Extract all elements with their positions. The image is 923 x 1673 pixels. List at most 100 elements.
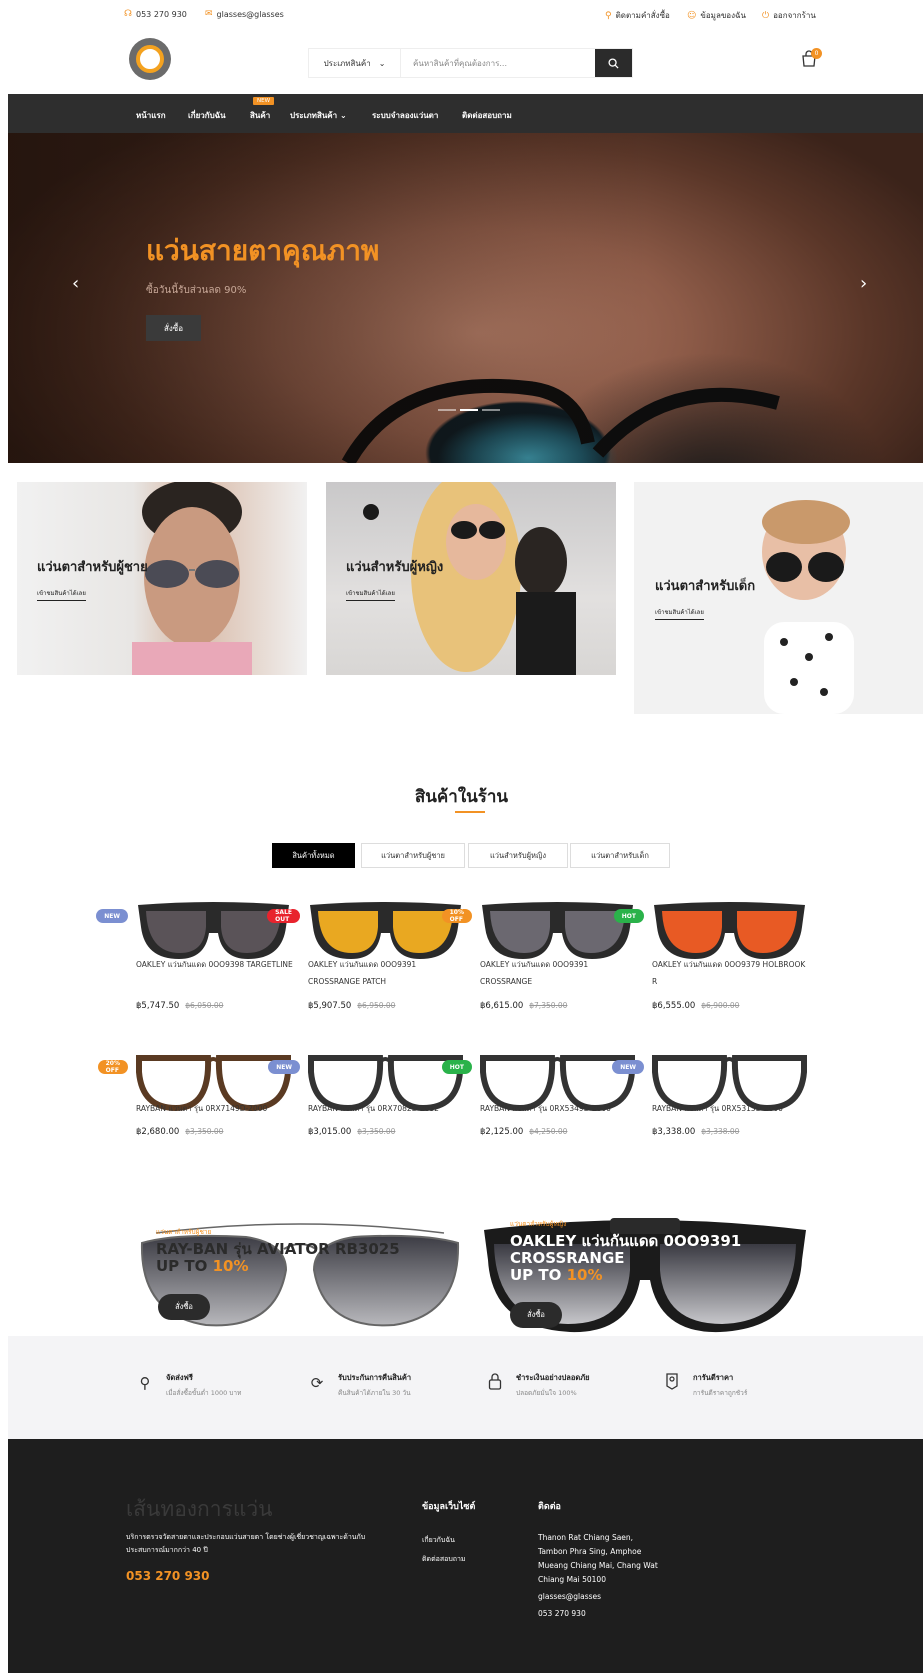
badge-icon <box>663 1372 681 1394</box>
product-price: ฿6,555.00 ฿6,900.00 <box>652 1001 739 1011</box>
product-badge: HOT <box>613 909 644 923</box>
price-old: ฿3,350.00 <box>357 1127 396 1136</box>
product-name[interactable]: OAKLEY แว่นกันแดด 0OO9398 TARGETLINE <box>136 956 296 973</box>
power-icon: ⏻ <box>762 10 770 21</box>
promo-title: RAY-BAN รุ่น AVIATOR RB3025 UP TO 10% <box>156 1240 400 1275</box>
track-order-link[interactable]: ⚲ ติดตามคำสั่งซื้อ <box>605 9 670 22</box>
slider-dot[interactable] <box>482 409 500 411</box>
logo[interactable] <box>129 38 171 80</box>
category-select[interactable]: ประเภทสินค้า ⌄ <box>309 49 401 77</box>
price-old: ฿7,350.00 <box>529 1001 568 1010</box>
category-link[interactable]: เข้าชมสินค้าได้เลย <box>37 588 86 601</box>
nav-about[interactable]: เกี่ยวกับฉัน <box>188 109 226 122</box>
footer-link-about[interactable]: เกี่ยวกับฉัน <box>422 1535 455 1546</box>
tab-women[interactable]: แว่นสำหรับผู้หญิง <box>468 843 568 868</box>
feature-price-guarantee: การันตีราคา การันตีราคาถูกชัวร์ <box>663 1372 747 1398</box>
product-badge: 10% OFF <box>441 909 472 923</box>
price-old: ฿3,350.00 <box>185 1127 224 1136</box>
nav-products[interactable]: สินค้า <box>250 109 270 122</box>
footer-col-title: ติดต่อ <box>538 1502 561 1512</box>
category-title: แว่นสำหรับผู้หญิง <box>346 560 444 575</box>
promo-order-button[interactable]: สั่งซื้อ <box>158 1294 210 1320</box>
price-current: ฿6,555.00 <box>652 1001 696 1011</box>
search-bar: ประเภทสินค้า ⌄ <box>308 48 633 78</box>
category-banner-kids[interactable]: แว่นตาสำหรับเด็ก เข้าชมสินค้าได้เลย <box>634 482 923 714</box>
product-name[interactable]: RAYBAN แว่นตา รุ่น 0RX7082D 2012 <box>308 1100 468 1117</box>
nav-contact[interactable]: ติดต่อสอบถาม <box>462 109 512 122</box>
category-banner-women[interactable]: แว่นสำหรับผู้หญิง เข้าชมสินค้าได้เลย <box>326 482 616 675</box>
chevron-down-icon: ⌄ <box>339 111 347 120</box>
footer-phone[interactable]: 053 270 930 <box>126 1569 210 1583</box>
slider-dot-active[interactable] <box>460 409 478 411</box>
kid-model-image <box>762 500 854 714</box>
search-icon <box>608 57 619 69</box>
product-badge: NEW <box>96 909 128 923</box>
price-current: ฿5,747.50 <box>136 1001 180 1011</box>
feature-free-shipping: ⚲ จัดส่งฟรี เมื่อสั่งซื้อขั้นต่ำ 1000 บาท <box>136 1372 242 1398</box>
hero-title: แว่นสายตาคุณภาพ <box>146 234 380 267</box>
product-price: ฿5,747.50 ฿6,050.00 <box>136 1001 223 1011</box>
product-name[interactable]: RAYBAN แว่นตา รุ่น 0RX5315D 2000 <box>652 1100 812 1117</box>
my-account-link[interactable]: ☺ ข้อมูลของฉัน <box>687 9 746 22</box>
section-underline <box>455 811 485 813</box>
footer-link-contact[interactable]: ติดต่อสอบถาม <box>422 1554 466 1565</box>
category-title: แว่นตาสำหรับผู้ชาย <box>37 560 148 575</box>
price-old: ฿3,338.00 <box>701 1127 740 1136</box>
chevron-down-icon: ⌄ <box>378 58 386 68</box>
product-price: ฿2,125.00 ฿4,250.00 <box>480 1127 567 1137</box>
topbar-email[interactable]: ✉ glasses@glasses <box>205 9 284 19</box>
chevron-right-icon[interactable]: › <box>860 273 867 294</box>
top-bar: ☊ 053 270 930 ✉ glasses@glasses ⚲ ติดตามคำส… <box>0 0 923 30</box>
men-model-image <box>132 482 252 675</box>
hero-order-button[interactable]: สั่งซื้อ <box>146 315 201 341</box>
tab-men[interactable]: แว่นตาสำหรับผู้ชาย <box>361 843 465 868</box>
promo-order-button[interactable]: สั่งซื้อ <box>510 1302 562 1328</box>
product-name[interactable]: OAKLEY แว่นกันแดด 0OO9379 HOLBROOK R <box>652 956 812 990</box>
lock-icon <box>486 1372 504 1394</box>
price-old: ฿4,250.00 <box>529 1127 568 1136</box>
product-name[interactable]: RAYBAN แว่นตา รุ่น 0RX7149D-2000 <box>136 1100 296 1117</box>
product-price: ฿3,338.00 ฿3,338.00 <box>652 1127 739 1137</box>
price-old: ฿6,950.00 <box>357 1001 396 1010</box>
topbar-phone[interactable]: ☊ 053 270 930 <box>124 9 187 19</box>
price-current: ฿2,125.00 <box>480 1127 524 1137</box>
mail-icon: ✉ <box>205 9 213 19</box>
price-old: ฿6,900.00 <box>701 1001 740 1010</box>
price-current: ฿2,680.00 <box>136 1127 180 1137</box>
search-input[interactable] <box>401 49 595 77</box>
features-bar: ⚲ จัดส่งฟรี เมื่อสั่งซื้อขั้นต่ำ 1000 บาท … <box>8 1336 923 1439</box>
tab-all[interactable]: สินค้าทั้งหมด <box>272 843 355 868</box>
product-name[interactable]: RAYBAN แว่นตา รุ่น 0RX5349D 2000 <box>480 1100 640 1117</box>
price-current: ฿3,015.00 <box>308 1127 352 1137</box>
nav-categories[interactable]: ประเภทสินค้า ⌄ <box>290 109 347 122</box>
product-name[interactable]: OAKLEY แว่นกันแดด 0OO9391 CROSSRANGE PAT… <box>308 956 468 990</box>
category-link[interactable]: เข้าชมสินค้าได้เลย <box>655 607 704 620</box>
nav-home[interactable]: หน้าแรก <box>136 109 166 122</box>
product-badge: HOT <box>441 1060 472 1074</box>
promo-banner-men[interactable]: แว่นตาสำหรับผู้ชาย RAY-BAN รุ่น AVIATOR … <box>136 1205 464 1333</box>
logout-link[interactable]: ⏻ ออกจากร้าน <box>762 9 816 22</box>
tab-kids[interactable]: แว่นตาสำหรับเด็ก <box>570 843 670 868</box>
footer-phone-2[interactable]: 053 270 930 <box>538 1607 688 1621</box>
product-name[interactable]: OAKLEY แว่นกันแดด 0OO9391 CROSSRANGE <box>480 956 640 990</box>
hero-slider: แว่นสายตาคุณภาพ ซื้อวันนี้รับส่วนลด 90% … <box>8 133 923 463</box>
promo-banner-women[interactable]: แว่นตาสำหรับผู้หญิง OAKLEY แว่นกันแดด 0O… <box>480 1210 810 1335</box>
promo-title: OAKLEY แว่นกันแดด 0OO9391 CROSSRANGE UP TO… <box>510 1232 742 1284</box>
footer-email[interactable]: glasses@glasses <box>538 1590 688 1604</box>
footer: เส้นทองการแว่น บริการตรวจวัดสายตาและประก… <box>8 1439 923 1673</box>
footer-contact-info: Thanon Rat Chiang Saen, Tambon Phra Sing… <box>538 1531 688 1621</box>
category-banner-men[interactable]: แว่นตาสำหรับผู้ชาย เข้าชมสินค้าได้เลย <box>17 482 307 675</box>
product-badge: 20% OFF <box>97 1060 128 1074</box>
category-link[interactable]: เข้าชมสินค้าได้เลย <box>346 588 395 601</box>
slider-dot[interactable] <box>438 409 456 411</box>
feature-secure-payment: ชำระเงินอย่างปลอดภัย ปลอดภัยมั่นใจ 100% <box>486 1372 590 1398</box>
women-model-image <box>363 482 576 675</box>
price-current: ฿3,338.00 <box>652 1127 696 1137</box>
product-price: ฿5,907.50 ฿6,950.00 <box>308 1001 395 1011</box>
price-current: ฿5,907.50 <box>308 1001 352 1011</box>
nav-virtual-tryon[interactable]: ระบบจำลองแว่นตา <box>372 109 438 122</box>
section-title: สินค้าในร้าน <box>414 787 509 807</box>
chevron-left-icon[interactable]: ‹ <box>72 273 79 294</box>
search-button[interactable] <box>595 49 632 77</box>
cart-count-badge: 0 <box>811 48 822 59</box>
